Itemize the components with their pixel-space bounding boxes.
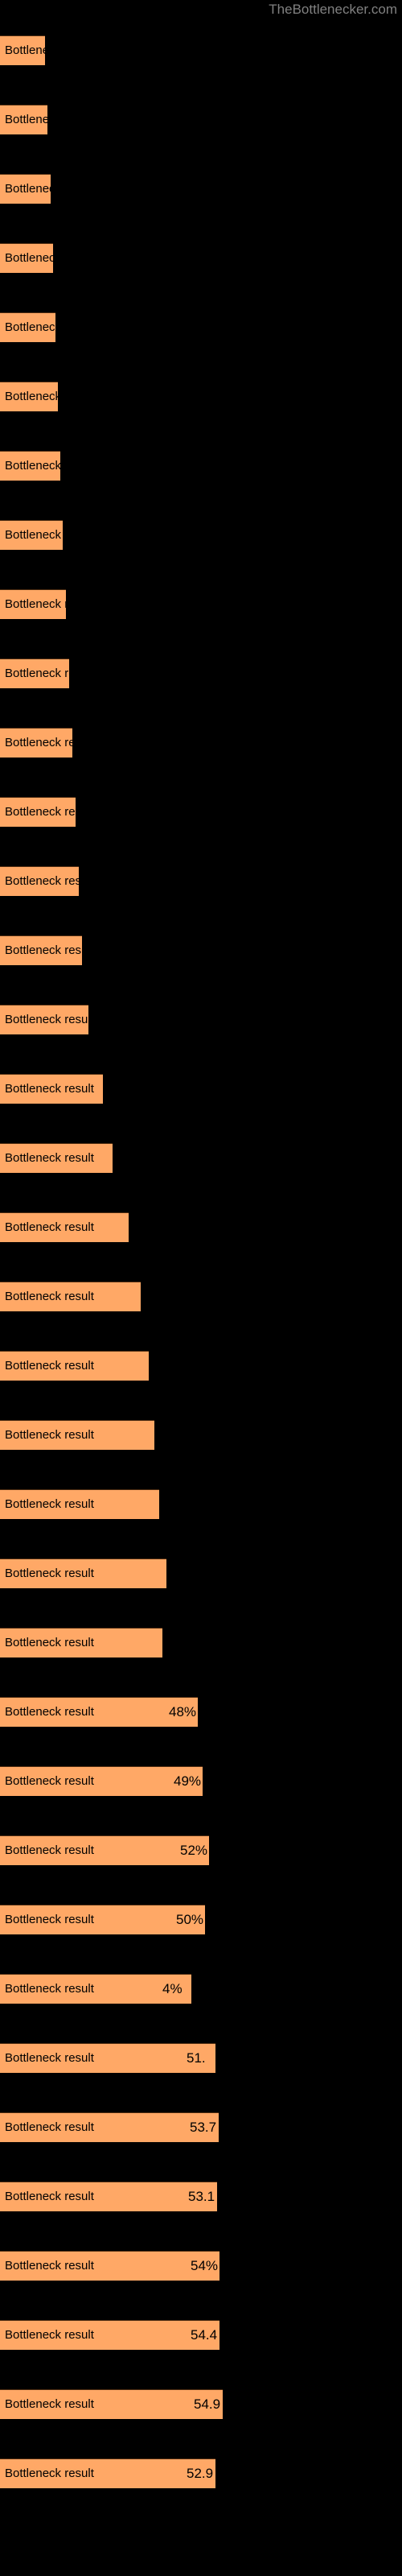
bar-label: Bottleneck result xyxy=(5,1497,94,1511)
bar-label: Bottleneck result xyxy=(5,390,94,403)
bar-label: Bottleneck result xyxy=(5,2467,94,2480)
chart-row: Bottleneck result xyxy=(0,20,402,89)
chart-row: Bottleneck result xyxy=(0,1474,402,1543)
bar-value-label: 49% xyxy=(174,1773,202,1789)
chart-row: Bottleneck result 54.9 xyxy=(0,2374,402,2443)
chart-row: Bottleneck result 53.1 xyxy=(0,2166,402,2235)
bar-label: Bottleneck result xyxy=(5,113,94,126)
chart-row: Bottleneck result xyxy=(0,643,402,712)
chart-row: Bottleneck result xyxy=(0,159,402,228)
chart-row: Bottleneck result xyxy=(0,851,402,920)
bar-label: Bottleneck result xyxy=(5,597,94,611)
bar-label: Bottleneck result xyxy=(5,182,94,196)
chart-row: Bottleneck result xyxy=(0,1266,402,1335)
chart-row: Bottleneck result xyxy=(0,1128,402,1197)
bottleneck-bar-chart: Bottleneck result Bottleneck result Bottle… xyxy=(0,20,402,2512)
chart-row: Bottleneck result xyxy=(0,228,402,297)
bar-label: Bottleneck result xyxy=(5,1982,94,1996)
bar-value-label: 53.7 xyxy=(190,2120,217,2135)
chart-row: Bottleneck result 51. xyxy=(0,2028,402,2097)
chart-row: Bottleneck result 49% xyxy=(0,1751,402,1820)
bar-label: Bottleneck result xyxy=(5,43,94,57)
bar-value-label: 52% xyxy=(180,1843,208,1858)
bar-label: Bottleneck result xyxy=(5,2190,94,2203)
chart-row: Bottleneck result 50% xyxy=(0,1889,402,1959)
bar-label: Bottleneck result xyxy=(5,943,94,957)
chart-row: Bottleneck result 4% xyxy=(0,1959,402,2028)
chart-row: Bottleneck result xyxy=(0,1059,402,1128)
bar-label: Bottleneck result xyxy=(5,528,94,542)
bar-label: Bottleneck result xyxy=(5,1013,94,1026)
chart-row: Bottleneck result 53.7 xyxy=(0,2097,402,2166)
chart-row: Bottleneck result xyxy=(0,366,402,436)
chart-row: Bottleneck result xyxy=(0,782,402,851)
bar-label: Bottleneck result xyxy=(5,1636,94,1649)
bar-value-label: 53.1 xyxy=(188,2189,215,2204)
chart-row: Bottleneck result xyxy=(0,1197,402,1266)
bar-label: Bottleneck result xyxy=(5,667,94,680)
bar-value-label: 50% xyxy=(176,1912,204,1927)
site-watermark: TheBottlenecker.com xyxy=(269,2,397,17)
chart-row: Bottleneck result xyxy=(0,920,402,989)
bar-label: Bottleneck result xyxy=(5,2328,94,2342)
chart-row: Bottleneck result 52% xyxy=(0,1820,402,1889)
bar-value-label: 4% xyxy=(162,1981,183,1996)
bar-value-label: 54.9 xyxy=(194,2396,221,2412)
bar-label: Bottleneck result xyxy=(5,1220,94,1234)
bar-label: Bottleneck result xyxy=(5,2397,94,2411)
bar-label: Bottleneck result xyxy=(5,459,94,473)
chart-row: Bottleneck result xyxy=(0,89,402,159)
bar-value-label: 54% xyxy=(191,2258,219,2273)
chart-row: Bottleneck result xyxy=(0,989,402,1059)
bar-label: Bottleneck result xyxy=(5,1082,94,1096)
chart-row: Bottleneck result xyxy=(0,1543,402,1612)
bar-label: Bottleneck result xyxy=(5,1843,94,1857)
bar-label: Bottleneck result xyxy=(5,805,94,819)
bar-label: Bottleneck result xyxy=(5,1428,94,1442)
chart-row: Bottleneck result 52.9 xyxy=(0,2443,402,2512)
chart-row: Bottleneck result xyxy=(0,436,402,505)
chart-row: Bottleneck result xyxy=(0,1612,402,1682)
bar-label: Bottleneck result xyxy=(5,1290,94,1303)
bar-label: Bottleneck result xyxy=(5,1705,94,1719)
chart-row: Bottleneck result xyxy=(0,1405,402,1474)
bar-label: Bottleneck result xyxy=(5,874,94,888)
bar-label: Bottleneck result xyxy=(5,251,94,265)
bar-label: Bottleneck result xyxy=(5,2051,94,2065)
bar-label: Bottleneck result xyxy=(5,2259,94,2273)
chart-row: Bottleneck result xyxy=(0,1335,402,1405)
bar-value-label: 48% xyxy=(169,1704,197,1719)
chart-row: Bottleneck result xyxy=(0,574,402,643)
chart-row: Bottleneck result 48% xyxy=(0,1682,402,1751)
bar-label: Bottleneck result xyxy=(5,1359,94,1373)
chart-row: Bottleneck result xyxy=(0,297,402,366)
bar-value-label: 54.4 xyxy=(191,2327,218,2343)
bar-value-label: 52.9 xyxy=(187,2466,214,2481)
bar-value-label: 51. xyxy=(187,2050,206,2066)
bar-label: Bottleneck result xyxy=(5,736,94,749)
chart-row: Bottleneck result xyxy=(0,505,402,574)
chart-row: Bottleneck result 54% xyxy=(0,2235,402,2305)
chart-row: Bottleneck result 54.4 xyxy=(0,2305,402,2374)
chart-row: Bottleneck result xyxy=(0,712,402,782)
bar-label: Bottleneck result xyxy=(5,1567,94,1580)
bar-label: Bottleneck result xyxy=(5,1774,94,1788)
bar-label: Bottleneck result xyxy=(5,320,94,334)
bar-label: Bottleneck result xyxy=(5,1913,94,1926)
bar-label: Bottleneck result xyxy=(5,2120,94,2134)
bar-label: Bottleneck result xyxy=(5,1151,94,1165)
